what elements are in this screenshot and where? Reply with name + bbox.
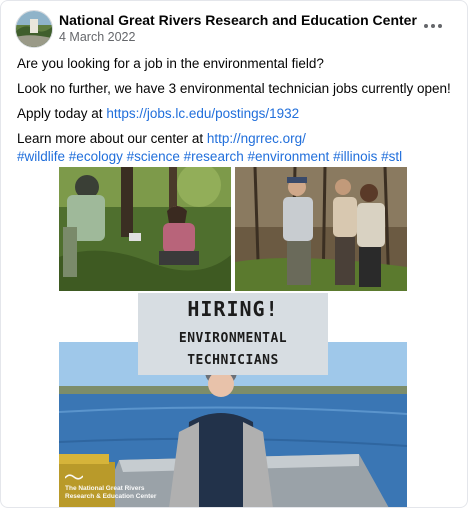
post-image[interactable]: The National Great Rivers Research & Edu…: [59, 167, 407, 507]
more-options-icon[interactable]: [417, 14, 449, 38]
center-logo-watermark: The National Great Rivers Research & Edu…: [65, 471, 175, 501]
field-photo-left: [59, 167, 231, 291]
hashtag-link[interactable]: #illinois: [333, 149, 377, 164]
post-text-line: Look no further, we have 3 environmental…: [17, 81, 451, 96]
learn-prefix: Learn more about our center at: [17, 131, 207, 146]
hashtag-link[interactable]: #stl: [381, 149, 402, 164]
hashtag-link[interactable]: #ecology: [69, 149, 123, 164]
facebook-post: National Great Rivers Research and Educa…: [0, 0, 468, 508]
apply-prefix: Apply today at: [17, 106, 107, 121]
post-text: Are you looking for a job in the environ…: [17, 55, 457, 173]
hiring-title: HIRING!: [187, 297, 279, 321]
hiring-banner: HIRING! ENVIRONMENTAL TECHNICIANS: [138, 293, 328, 375]
apply-line: Apply today at https://jobs.lc.edu/posti…: [17, 105, 457, 123]
post-text-line: Are you looking for a job in the environ…: [17, 56, 324, 71]
hashtag-link[interactable]: #science: [127, 149, 180, 164]
hashtag-list: #wildlife #ecology #science #research #e…: [17, 148, 457, 166]
watermark-text: The National Great Rivers: [65, 485, 145, 492]
watermark-text: Research & Education Center: [65, 492, 157, 500]
hiring-subtitle-line: ENVIRONMENTAL: [178, 331, 288, 346]
post-header: National Great Rivers Research and Educa…: [13, 10, 455, 50]
website-link[interactable]: http://ngrrec.org/: [207, 131, 306, 146]
page-name-link[interactable]: National Great Rivers Research and Educa…: [59, 12, 417, 28]
hashtag-link[interactable]: #wildlife: [17, 149, 65, 164]
logo-icon: [65, 474, 83, 479]
field-photo-right: [235, 167, 407, 291]
hiring-subtitle-line: TECHNICIANS: [187, 353, 279, 368]
hashtag-link[interactable]: #environment: [247, 149, 329, 164]
learn-line: Learn more about our center at http://ng…: [17, 130, 457, 148]
page-avatar[interactable]: [15, 10, 53, 48]
post-timestamp[interactable]: 4 March 2022: [59, 30, 135, 44]
hashtag-link[interactable]: #research: [184, 149, 244, 164]
jobs-link[interactable]: https://jobs.lc.edu/postings/1932: [106, 106, 299, 121]
avatar-image: [16, 11, 52, 47]
